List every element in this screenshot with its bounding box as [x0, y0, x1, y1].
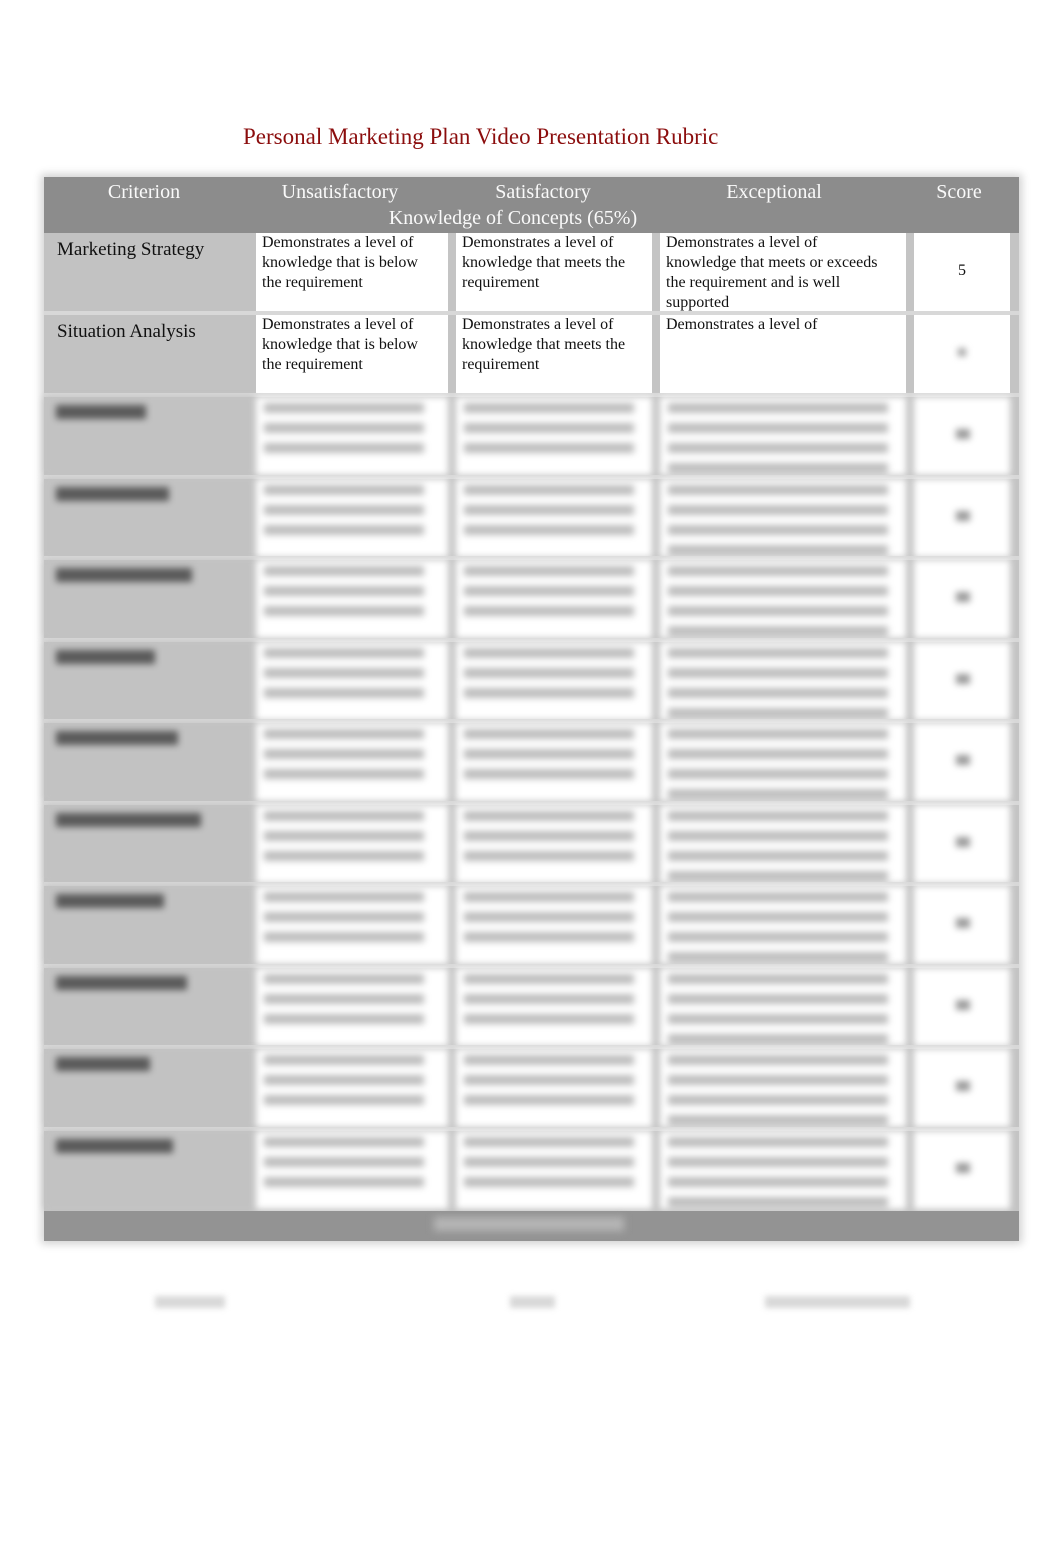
criterion-cell-blurred: [44, 804, 256, 883]
table-footer-bar: [44, 1211, 1019, 1241]
satisfactory-cell-blurred: [456, 804, 652, 883]
table-row-blurred: [44, 804, 1019, 887]
score-cell-blurred: [914, 967, 1010, 1046]
criterion-cell-blurred: [44, 397, 256, 475]
criterion-cell-blurred: [44, 723, 256, 801]
criterion-cell-blurred: [44, 886, 256, 964]
score-value-blurred: ■: [957, 344, 967, 361]
satisfactory-cell-blurred: [456, 560, 652, 638]
unsatisfactory-cell-blurred: [256, 1130, 448, 1209]
exceptional-cell-blurred: [660, 560, 906, 638]
table-row-blurred: [44, 641, 1019, 724]
score-cell-blurred: [914, 723, 1010, 801]
criterion-cell-blurred: [44, 478, 256, 557]
criterion-cell: Situation Analysis: [44, 315, 256, 393]
criterion-cell-blurred: [44, 1130, 256, 1209]
exceptional-cell-blurred: [660, 397, 906, 475]
criterion-cell-blurred: [44, 1049, 256, 1127]
table-header: Criterion Unsatisfactory Satisfactory Ex…: [44, 177, 1019, 233]
satisfactory-cell: Demonstrates a level of knowledge that m…: [456, 315, 652, 393]
header-score: Score: [936, 181, 982, 203]
satisfactory-cell: Demonstrates a level of knowledge that m…: [456, 233, 652, 311]
table-row: Marketing Strategy Demonstrates a level …: [44, 233, 1019, 315]
satisfactory-cell-blurred: [456, 1049, 652, 1127]
unsatisfactory-cell-blurred: [256, 1049, 448, 1127]
unsatisfactory-cell-blurred: [256, 478, 448, 557]
unsatisfactory-cell-blurred: [256, 723, 448, 801]
table-row: Situation Analysis Demonstrates a level …: [44, 315, 1019, 397]
score-cell-blurred: [914, 397, 1010, 475]
rubric-table: Criterion Unsatisfactory Satisfactory Ex…: [44, 177, 1019, 1241]
score-cell-blurred: [914, 804, 1010, 883]
footer-bar-text-blurred: [434, 1217, 624, 1231]
header-criterion: Criterion: [107, 181, 181, 203]
footer-center-blurred: [510, 1296, 555, 1308]
footer-left-blurred: [155, 1296, 225, 1308]
header-satisfactory: Satisfactory: [495, 181, 591, 203]
table-row-blurred: [44, 723, 1019, 805]
satisfactory-cell-blurred: [456, 641, 652, 720]
table-row-blurred: [44, 560, 1019, 642]
unsatisfactory-cell: Demonstrates a level of knowledge that i…: [256, 315, 448, 393]
unsatisfactory-cell-blurred: [256, 804, 448, 883]
score-cell-blurred: [914, 641, 1010, 720]
score-cell-blurred: [914, 1049, 1010, 1127]
unsatisfactory-cell-blurred: [256, 967, 448, 1046]
criterion-label: Situation Analysis: [57, 321, 196, 342]
criterion-cell-blurred: [44, 967, 256, 1046]
exceptional-cell-blurred: [660, 641, 906, 720]
score-cell-blurred: [914, 560, 1010, 638]
exceptional-cell-blurred: [660, 967, 906, 1046]
score-cell: ■: [914, 315, 1010, 393]
satisfactory-cell-blurred: [456, 1130, 652, 1209]
header-unsatisfactory: Unsatisfactory: [281, 181, 399, 203]
table-row-blurred: [44, 397, 1019, 479]
satisfactory-cell-blurred: [456, 723, 652, 801]
satisfactory-cell-blurred: [456, 397, 652, 475]
unsatisfactory-cell-blurred: [256, 397, 448, 475]
satisfactory-cell-blurred: [456, 478, 652, 557]
table-row-blurred: [44, 967, 1019, 1050]
exceptional-cell-blurred: [660, 886, 906, 964]
exceptional-cell-blurred: [660, 723, 906, 801]
score-cell-blurred: [914, 1130, 1010, 1209]
criterion-label: Marketing Strategy: [57, 239, 205, 260]
footer-right-blurred: [765, 1296, 910, 1308]
table-row-blurred: [44, 1130, 1019, 1213]
exceptional-cell-blurred: [660, 804, 906, 883]
exceptional-cell-blurred: [660, 1130, 906, 1209]
unsatisfactory-cell: Demonstrates a level of knowledge that i…: [256, 233, 448, 311]
document-title: Personal Marketing Plan Video Presentati…: [243, 124, 719, 149]
unsatisfactory-cell-blurred: [256, 641, 448, 720]
criterion-cell-blurred: [44, 641, 256, 720]
table-row-blurred: [44, 478, 1019, 561]
unsatisfactory-cell-blurred: [256, 560, 448, 638]
satisfactory-cell-blurred: [456, 967, 652, 1046]
exceptional-cell: Demonstrates a level of knowledge that m…: [660, 233, 906, 311]
criterion-cell-blurred: [44, 560, 256, 638]
exceptional-cell-blurred: [660, 478, 906, 557]
satisfactory-cell-blurred: [456, 886, 652, 964]
exceptional-cell: Demonstrates a level of: [660, 315, 906, 393]
table-row-blurred: [44, 1049, 1019, 1131]
section-label: Knowledge of Concepts (65%): [388, 207, 638, 229]
score-cell-blurred: [914, 886, 1010, 964]
unsatisfactory-cell-blurred: [256, 886, 448, 964]
table-row-blurred: [44, 886, 1019, 968]
score-value: 5: [958, 262, 966, 279]
score-cell-blurred: [914, 478, 1010, 557]
header-exceptional: Exceptional: [726, 181, 822, 203]
criterion-cell: Marketing Strategy: [44, 233, 256, 311]
exceptional-cell-blurred: [660, 1049, 906, 1127]
score-cell: 5: [914, 233, 1010, 311]
